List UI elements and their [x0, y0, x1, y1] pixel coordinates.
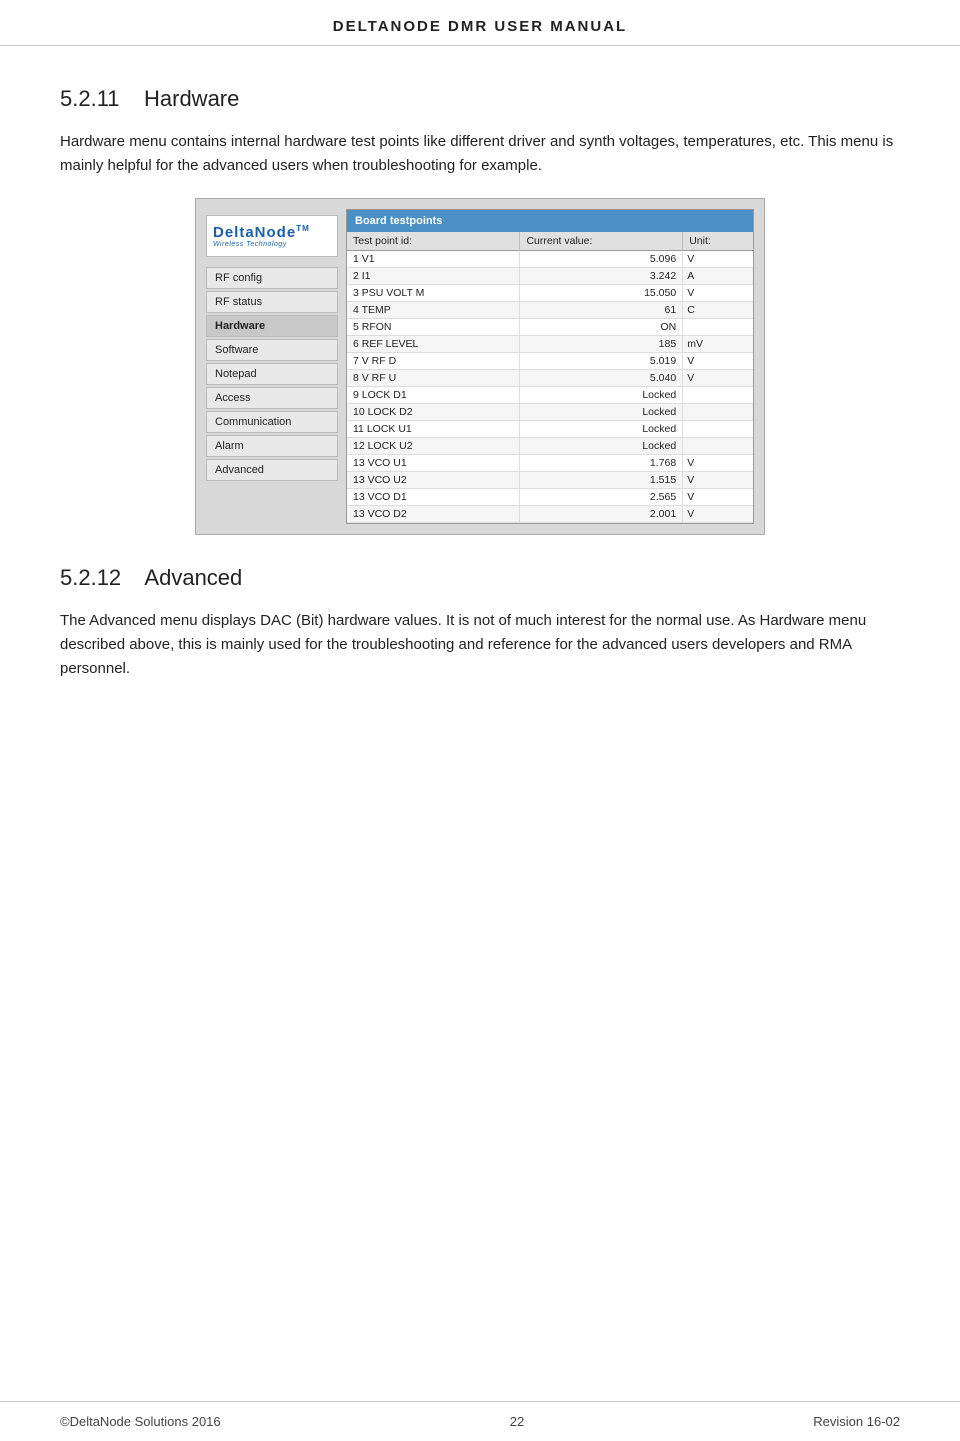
table-row: 6 REF LEVEL 185 mV [347, 336, 753, 353]
screenshot-box: DeltaNodeTM Wireless Technology RF confi… [195, 198, 765, 535]
section-511-title: 5.2.11 Hardware [60, 86, 900, 112]
cell-id: 13 VCO D1 [347, 489, 520, 506]
cell-id: 13 VCO D2 [347, 506, 520, 523]
cell-value: 15.050 [520, 285, 683, 302]
cell-id: 13 VCO U1 [347, 455, 520, 472]
section-511-body: Hardware menu contains internal hardware… [60, 130, 900, 178]
page-footer: ©DeltaNode Solutions 2016 22 Revision 16… [0, 1401, 960, 1441]
cell-value: 1.768 [520, 455, 683, 472]
header-title: DELTANODE DMR USER MANUAL [333, 18, 627, 35]
section-512-body: The Advanced menu displays DAC (Bit) har… [60, 609, 900, 681]
table-row: 13 VCO U2 1.515 V [347, 472, 753, 489]
cell-unit: V [683, 489, 753, 506]
table-row: 11 LOCK U1 Locked [347, 421, 753, 438]
logo-tagline: Wireless Technology [213, 241, 331, 248]
table-row: 7 V RF D 5.019 V [347, 353, 753, 370]
cell-unit: C [683, 302, 753, 319]
cell-id: 6 REF LEVEL [347, 336, 520, 353]
cell-id: 11 LOCK U1 [347, 421, 520, 438]
cell-value: Locked [520, 387, 683, 404]
table-row: 9 LOCK D1 Locked [347, 387, 753, 404]
menu-item-software[interactable]: Software [206, 339, 338, 361]
menu-item-notepad[interactable]: Notepad [206, 363, 338, 385]
cell-id: 10 LOCK D2 [347, 404, 520, 421]
cell-id: 12 LOCK U2 [347, 438, 520, 455]
cell-value: Locked [520, 438, 683, 455]
cell-value: 5.096 [520, 251, 683, 268]
table-row: 13 VCO D2 2.001 V [347, 506, 753, 523]
table-row: 12 LOCK U2 Locked [347, 438, 753, 455]
cell-unit [683, 421, 753, 438]
cell-value: 2.565 [520, 489, 683, 506]
cell-unit: V [683, 472, 753, 489]
screenshot-sidebar: DeltaNodeTM Wireless Technology RF confi… [206, 209, 346, 524]
table-row: 4 TEMP 61 C [347, 302, 753, 319]
menu-item-hardware[interactable]: Hardware [206, 315, 338, 337]
table-row: 1 V1 5.096 V [347, 251, 753, 268]
cell-unit: mV [683, 336, 753, 353]
cell-id: 9 LOCK D1 [347, 387, 520, 404]
cell-unit [683, 438, 753, 455]
cell-id: 5 RFON [347, 319, 520, 336]
menu-item-access[interactable]: Access [206, 387, 338, 409]
cell-id: 4 TEMP [347, 302, 520, 319]
footer-revision: Revision 16-02 [813, 1414, 900, 1429]
table-row: 13 VCO D1 2.565 V [347, 489, 753, 506]
cell-value: 3.242 [520, 268, 683, 285]
cell-value: 5.040 [520, 370, 683, 387]
cell-unit: V [683, 506, 753, 523]
cell-unit: V [683, 353, 753, 370]
cell-value: 5.019 [520, 353, 683, 370]
logo-area: DeltaNodeTM Wireless Technology [206, 215, 338, 257]
cell-id: 2 I1 [347, 268, 520, 285]
cell-value: 1.515 [520, 472, 683, 489]
menu-item-advanced[interactable]: Advanced [206, 459, 338, 481]
menu-item-alarm[interactable]: Alarm [206, 435, 338, 457]
footer-copyright: ©DeltaNode Solutions 2016 [60, 1414, 221, 1429]
screenshot-table-area: Board testpoints Test point id: Current … [346, 209, 754, 524]
col-value: Current value: [520, 232, 683, 251]
logo-brand: DeltaNodeTM [213, 224, 331, 241]
cell-unit: V [683, 251, 753, 268]
cell-unit [683, 319, 753, 336]
table-row: 2 I1 3.242 A [347, 268, 753, 285]
table-row: 13 VCO U1 1.768 V [347, 455, 753, 472]
cell-value: Locked [520, 421, 683, 438]
cell-value: 61 [520, 302, 683, 319]
table-header: Board testpoints [347, 210, 753, 232]
board-testpoints-table: Test point id: Current value: Unit: 1 V1… [347, 232, 753, 523]
table-row: 5 RFON ON [347, 319, 753, 336]
screenshot-inner: DeltaNodeTM Wireless Technology RF confi… [206, 209, 754, 524]
cell-unit: V [683, 370, 753, 387]
col-id: Test point id: [347, 232, 520, 251]
page-header: DELTANODE DMR USER MANUAL [0, 0, 960, 46]
menu-item-rf-status[interactable]: RF status [206, 291, 338, 313]
cell-unit: A [683, 268, 753, 285]
table-row: 3 PSU VOLT M 15.050 V [347, 285, 753, 302]
cell-value: ON [520, 319, 683, 336]
section-512-title: 5.2.12 Advanced [60, 565, 900, 591]
menu-item-rf-config[interactable]: RF config [206, 267, 338, 289]
table-row: 10 LOCK D2 Locked [347, 404, 753, 421]
cell-id: 3 PSU VOLT M [347, 285, 520, 302]
cell-value: 2.001 [520, 506, 683, 523]
screenshot-container: DeltaNodeTM Wireless Technology RF confi… [60, 198, 900, 535]
menu-item-communication[interactable]: Communication [206, 411, 338, 433]
cell-value: 185 [520, 336, 683, 353]
cell-id: 7 V RF D [347, 353, 520, 370]
cell-id: 1 V1 [347, 251, 520, 268]
table-row: 8 V RF U 5.040 V [347, 370, 753, 387]
cell-unit [683, 404, 753, 421]
cell-id: 13 VCO U2 [347, 472, 520, 489]
col-unit: Unit: [683, 232, 753, 251]
cell-unit [683, 387, 753, 404]
cell-unit: V [683, 455, 753, 472]
cell-unit: V [683, 285, 753, 302]
cell-value: Locked [520, 404, 683, 421]
cell-id: 8 V RF U [347, 370, 520, 387]
page-content: 5.2.11 Hardware Hardware menu contains i… [0, 46, 960, 781]
footer-page: 22 [510, 1414, 524, 1429]
